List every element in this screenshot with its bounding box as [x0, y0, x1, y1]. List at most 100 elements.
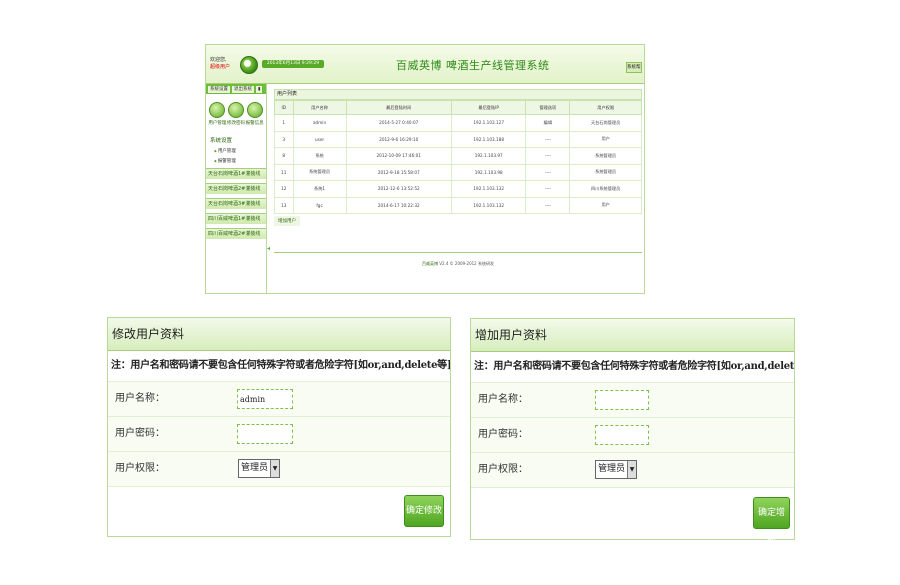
main-content: 用户列表 ID 用户名称 最后登陆时间 最后登陆IP 管理选项 用户权限 1 ad… — [274, 89, 642, 226]
manage-option-cell: ---- — [525, 196, 571, 214]
column-header: 用户权限 — [569, 100, 642, 115]
role-row: 用户权限： 管理员 ▼ — [108, 452, 450, 487]
sidebar: 系统设置 退出系统 ▮ 用户管理 修改密码 报警信息 系统设置 用户管理 报警管… — [206, 84, 267, 293]
table-row: 11 系统管理员 2012-9-18 15:58:07 192.1.103.98 ---… — [274, 163, 642, 181]
table-header-row: ID 用户名称 最后登陆时间 最后登陆IP 管理选项 用户权限 — [274, 100, 642, 115]
username-row: 用户名称： admin — [108, 382, 450, 417]
table-cell: 系统管理员 — [292, 163, 347, 181]
sidebar-item-user-manage[interactable]: 用户管理 — [214, 148, 266, 154]
shortcut-user-manage[interactable]: 用户管理 — [208, 102, 226, 126]
system-title: 百威英博 啤酒生产线管理系统 — [396, 59, 550, 72]
shortcut-label: 报警信息 — [245, 121, 264, 126]
table-cell: 192.1.103.132 — [450, 196, 527, 214]
username-label: 用户名称： — [478, 394, 528, 405]
welcome-text: 欢迎您, — [210, 57, 227, 63]
sidebar-line-item[interactable]: 天台石岗啤酒2#灌装线 — [206, 183, 266, 194]
table-row: 12 系统1 2012-12-6 13:52:52 192.1.103.132 ----… — [274, 180, 642, 198]
sidebar-line-item[interactable]: 四川百威啤酒2#灌装线 — [206, 228, 266, 239]
manage-option-cell: ---- — [525, 130, 571, 148]
username-row: 用户名称： — [471, 383, 794, 418]
table-cell: 3 — [274, 130, 294, 148]
table-cell: 192.1.103.127 — [450, 114, 527, 132]
column-header: 用户名称 — [292, 100, 347, 115]
shortcut-label: 用户管理 — [208, 121, 227, 126]
password-label: 用户密码： — [478, 429, 528, 440]
manage-option-cell: ---- — [525, 147, 571, 165]
role-select-value: 管理员 — [241, 463, 269, 473]
logo-icon — [240, 56, 258, 74]
role-select-value: 管理员 — [598, 464, 626, 474]
table-cell: 2014-5-27 0:40:07 — [345, 114, 452, 132]
column-header: ID — [274, 100, 294, 115]
password-input[interactable] — [595, 425, 649, 445]
table-cell: 192.1.103.98 — [450, 163, 527, 181]
table-cell: 13 — [274, 196, 294, 214]
dropdown-arrow-icon[interactable]: ▼ — [627, 461, 637, 478]
username-input[interactable]: admin — [237, 389, 293, 409]
table-cell: 用户 — [569, 130, 642, 148]
table-cell: 11 — [274, 163, 294, 181]
sidebar-section-title: 系统设置 — [210, 138, 233, 144]
user-icon — [209, 102, 226, 118]
content-header: 用户列表 — [274, 89, 642, 100]
table-cell: 2014-6-17 10:22:32 — [345, 196, 452, 214]
confirm-add-button[interactable]: 确定增加 — [753, 497, 790, 548]
table-cell: 192.1.103.132 — [450, 180, 527, 198]
sidebar-line-item[interactable]: 天台石岗啤酒1#灌装线 — [206, 168, 266, 179]
help-button[interactable]: 系统帮助 — [626, 62, 642, 73]
sidebar-line-item[interactable]: 四川百威啤酒1#灌装线 — [206, 213, 266, 224]
table-cell: 用户 — [569, 196, 642, 214]
manage-option-cell[interactable]: 编辑 — [525, 114, 571, 132]
welcome-user: 超级用户 — [210, 64, 231, 70]
table-cell: 天台石岗管理员 — [569, 114, 642, 132]
table-cell: 2012-10-09 17:46:01 — [345, 147, 452, 165]
manage-option-cell: ---- — [525, 163, 571, 181]
table-cell: user — [292, 130, 347, 148]
add-user-panel: 增加用户资料 注：用户名和密码请不要包含任何特殊字符或者危险字符[如or,and… — [470, 318, 795, 548]
shortcut-change-password[interactable]: 修改密码 — [227, 102, 245, 126]
date-time: 2013年6月13日 9:29:29 — [262, 60, 324, 68]
role-label: 用户权限： — [478, 464, 528, 475]
password-input[interactable] — [237, 424, 293, 444]
shortcut-icons: 用户管理 修改密码 报警信息 — [206, 94, 266, 128]
key-icon — [227, 102, 244, 118]
footer-text: V2.4 © 2009-2012 系统研发 — [438, 261, 494, 266]
tab-settings[interactable]: 系统设置 — [208, 85, 230, 93]
add-notice: 注：用户名和密码请不要包含任何特殊字符或者危险字符[如or,and,delete… — [471, 352, 794, 383]
dropdown-arrow-icon[interactable]: ▼ — [270, 460, 280, 477]
password-label: 用户密码： — [115, 428, 165, 439]
table-cell: 2012-9-6 16:29:10 — [345, 130, 452, 148]
add-user-link[interactable]: 增加用户 — [274, 216, 300, 226]
alarm-icon — [246, 102, 263, 118]
password-row: 用户密码： — [471, 418, 794, 453]
manage-option-cell: ---- — [525, 180, 571, 198]
role-label: 用户权限： — [115, 463, 165, 474]
admin-screenshot: 欢迎您, 超级用户 2013年6月13日 9:29:29 百威英博 啤酒生产线管… — [205, 44, 645, 294]
table-cell: 1 — [274, 114, 294, 132]
table-cell: 192.1.103.97 — [450, 147, 527, 165]
role-select[interactable]: 管理员 ▼ — [595, 460, 638, 479]
add-panel-title: 增加用户资料 — [471, 319, 794, 352]
collapse-arrow-icon[interactable]: ◂ — [267, 245, 270, 252]
edit-notice: 注：用户名和密码请不要包含任何特殊字符或者危险字符[如or,and,delete… — [108, 351, 450, 382]
footer: 百威英博 V2.4 © 2009-2012 系统研发 — [274, 252, 642, 267]
role-select[interactable]: 管理员 ▼ — [238, 459, 281, 478]
username-input[interactable] — [595, 390, 649, 410]
sidebar-line-item[interactable]: 天台石岗啤酒3#灌装线 — [206, 198, 266, 209]
edit-user-panel: 修改用户资料 注：用户名和密码请不要包含任何特殊字符或者危险字符[如or,and… — [107, 317, 451, 537]
welcome-box: 欢迎您, 超级用户 — [208, 53, 262, 81]
table-cell: 四川系统管理员 — [569, 180, 642, 198]
column-header: 管理选项 — [525, 100, 571, 115]
confirm-edit-button[interactable]: 确定修改 — [404, 495, 444, 527]
user-table: ID 用户名称 最后登陆时间 最后登陆IP 管理选项 用户权限 1 admin 20… — [274, 100, 642, 214]
table-row: 3 user 2012-9-6 16:29:10 192.1.103.188 ---- 用… — [274, 130, 642, 148]
table-row: 1 admin 2014-5-27 0:40:07 192.1.103.127 编辑 天台… — [274, 114, 642, 132]
table-cell: 系统 — [292, 147, 347, 165]
tab-logout[interactable]: 退出系统 — [232, 85, 254, 93]
password-row: 用户密码： — [108, 417, 450, 452]
shortcut-alarm[interactable]: 报警信息 — [246, 102, 264, 126]
column-header: 最后登陆时间 — [345, 100, 452, 115]
sidebar-item-alarm-manage[interactable]: 报警管理 — [214, 158, 266, 164]
table-cell: 系统管理员 — [569, 147, 642, 165]
tab-extra[interactable]: ▮ — [256, 85, 263, 93]
